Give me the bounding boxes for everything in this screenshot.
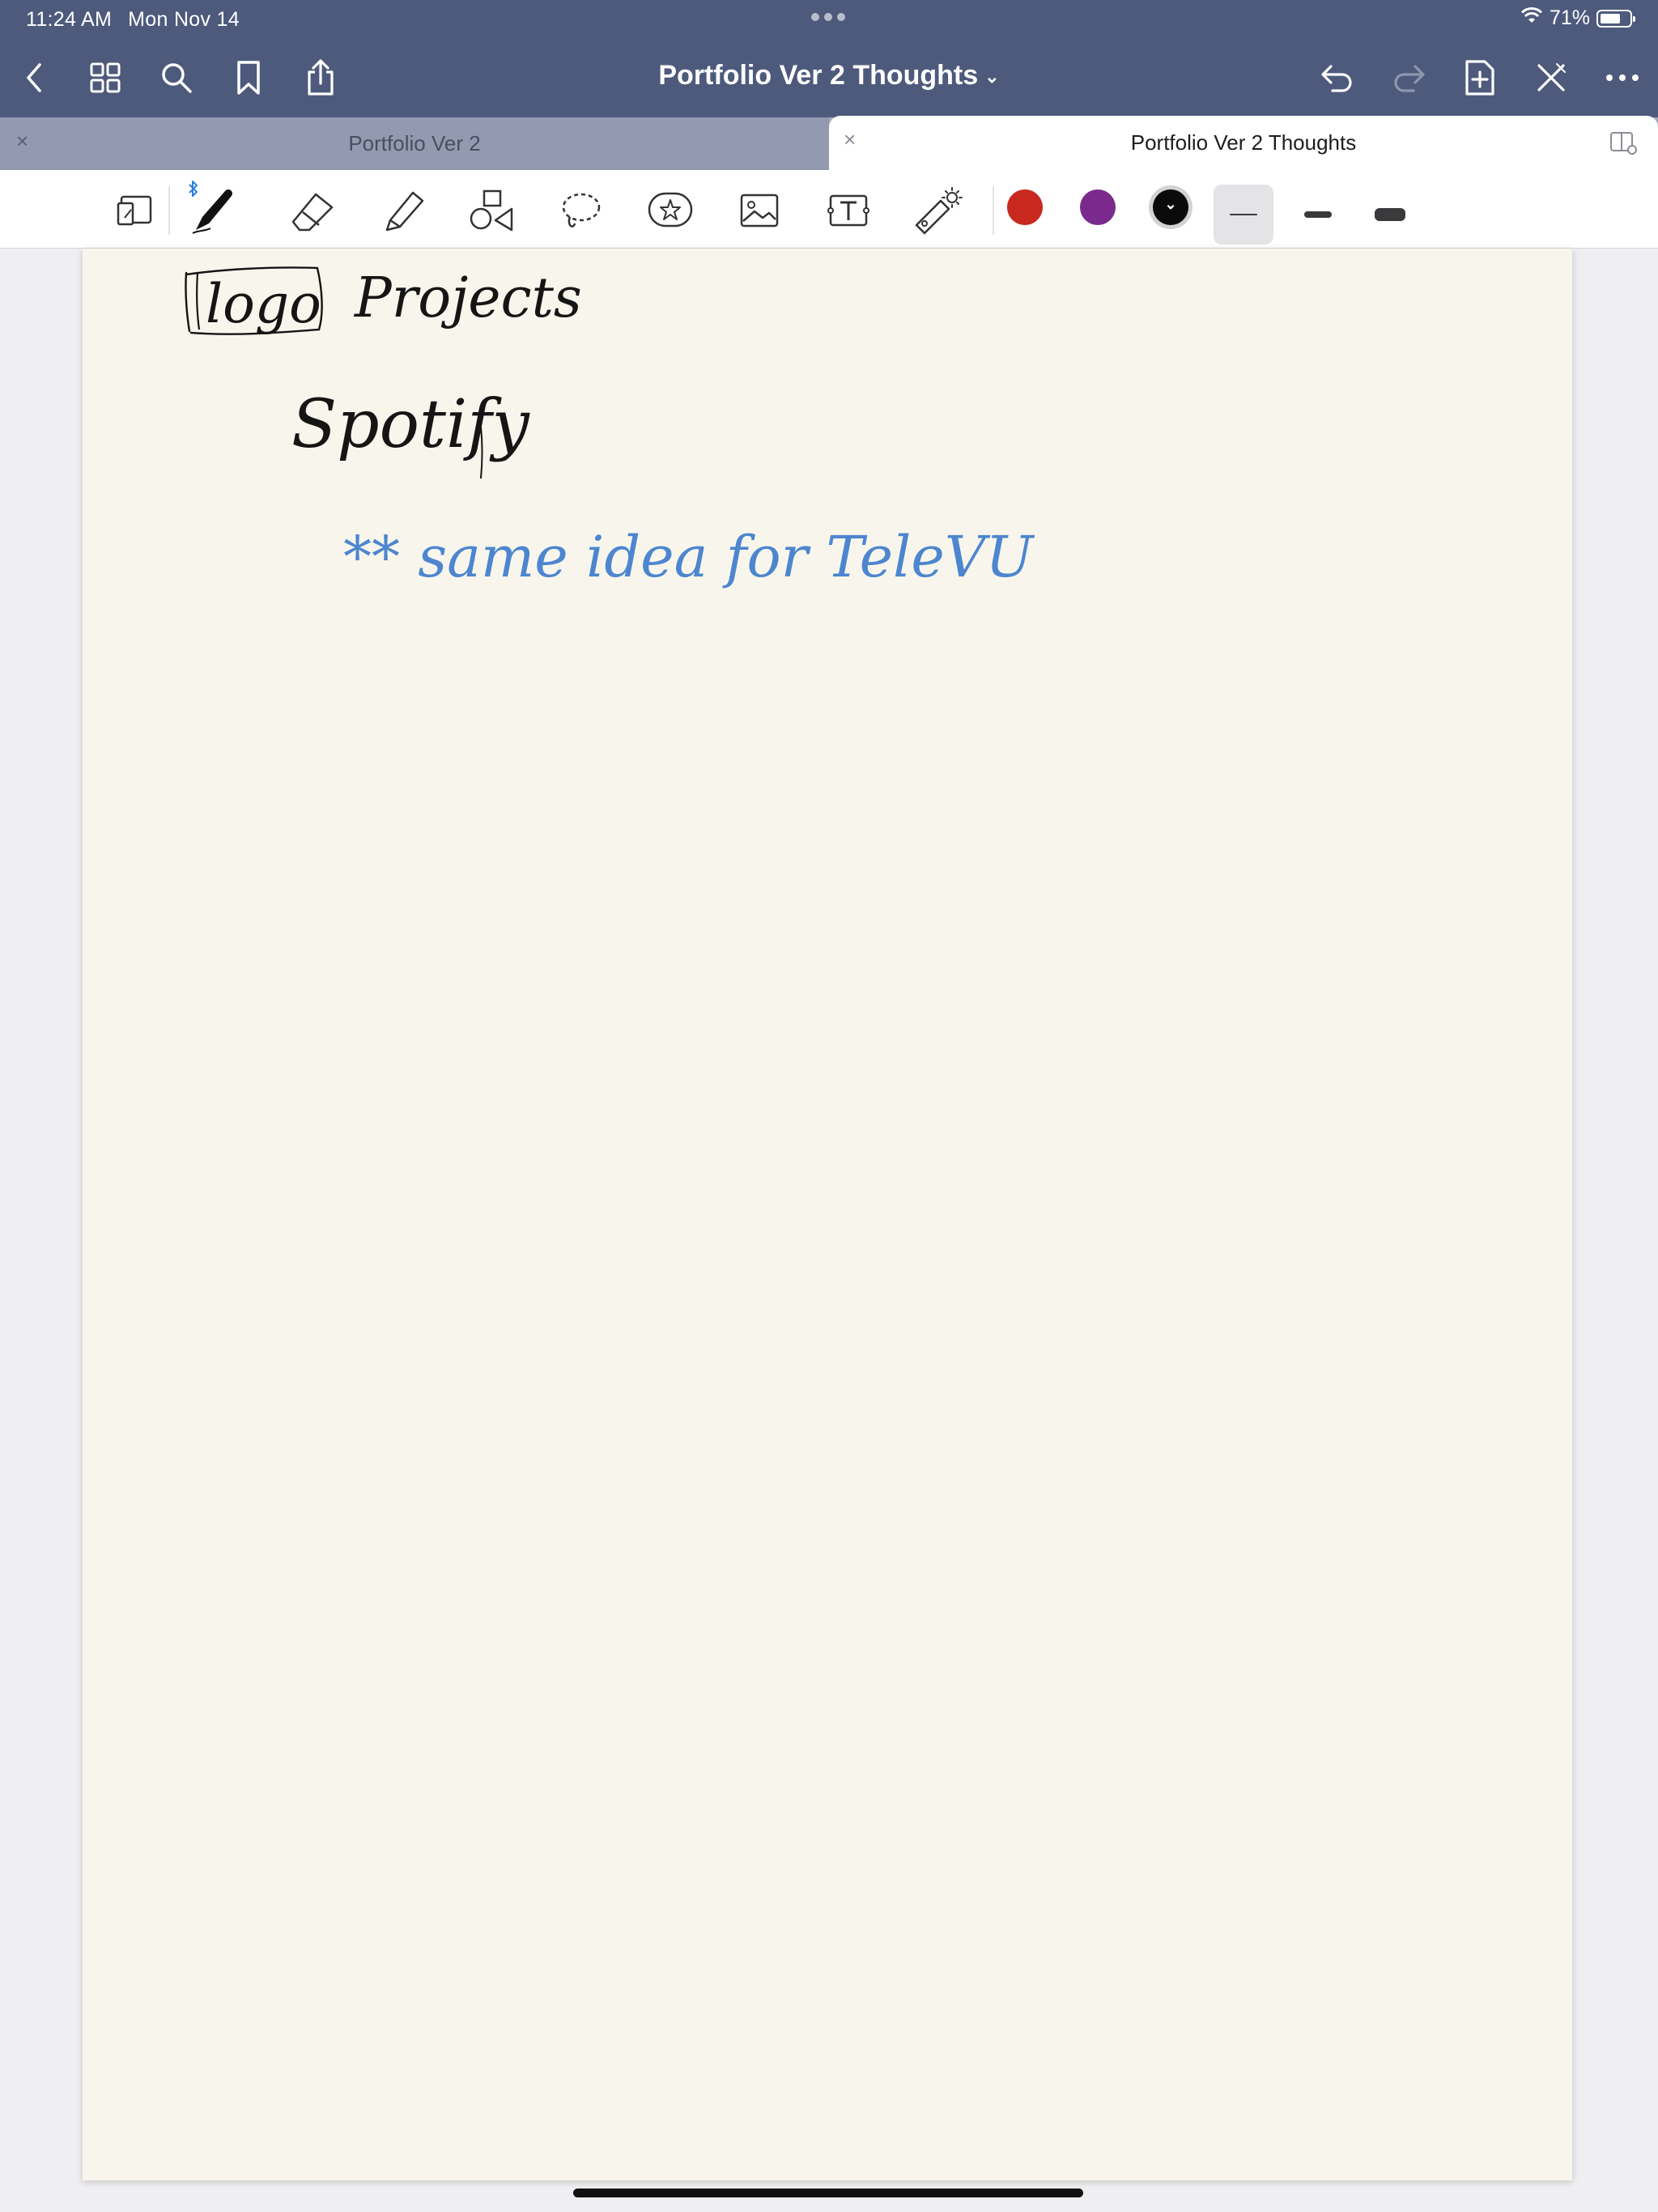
zoom-window-icon[interactable] bbox=[108, 185, 160, 236]
tool-bar: ⌄ bbox=[0, 170, 1658, 249]
tab-label: Portfolio Ver 2 Thoughts bbox=[1130, 130, 1357, 155]
note-page[interactable]: logo Projects Spotify ** same idea for T… bbox=[83, 249, 1572, 2180]
stroke-width-medium[interactable] bbox=[1288, 185, 1348, 245]
text-icon[interactable] bbox=[823, 185, 874, 236]
handwriting-note: ** same idea for TeleVU bbox=[343, 524, 1034, 590]
tab-close-icon[interactable]: × bbox=[16, 129, 28, 154]
handwriting-spotify: Spotify bbox=[291, 386, 529, 463]
highlighter-icon[interactable] bbox=[377, 185, 429, 236]
handwriting-projects: Projects bbox=[355, 266, 582, 330]
shapes-icon[interactable] bbox=[466, 185, 518, 236]
battery-percent: 71% bbox=[1549, 6, 1590, 29]
top-navigation-bar: 11:24 AM Mon Nov 14 71% Portfolio Ver 2 T… bbox=[0, 0, 1658, 117]
toolbar-divider bbox=[993, 186, 994, 235]
tab-label: Portfolio Ver 2 bbox=[348, 131, 481, 155]
undo-icon[interactable] bbox=[1316, 57, 1358, 99]
more-icon[interactable] bbox=[1601, 57, 1643, 99]
stroke-width-thick[interactable] bbox=[1360, 185, 1420, 245]
document-title-text: Portfolio Ver 2 Thoughts bbox=[658, 60, 979, 91]
tab-close-icon[interactable]: × bbox=[844, 127, 856, 152]
wifi-icon bbox=[1520, 6, 1543, 30]
battery-icon bbox=[1596, 9, 1635, 28]
status-time: 11:24 AM Mon Nov 14 bbox=[26, 8, 240, 32]
color-swatch-purple[interactable] bbox=[1080, 189, 1116, 225]
laser-pointer-icon[interactable] bbox=[912, 185, 963, 236]
tab-portfolio-ver-2[interactable]: × Portfolio Ver 2 bbox=[0, 117, 829, 170]
bluetooth-icon bbox=[188, 180, 199, 202]
eraser-icon[interactable] bbox=[287, 185, 338, 236]
add-page-icon[interactable] bbox=[1459, 57, 1501, 99]
handwriting-logo: logo bbox=[206, 273, 321, 335]
color-chevron-icon: ⌄ bbox=[1164, 196, 1177, 212]
tab-portfolio-ver-2-thoughts[interactable]: × Portfolio Ver 2 Thoughts bbox=[829, 116, 1658, 170]
title-chevron-icon: ⌄ bbox=[984, 66, 1000, 87]
redo-icon[interactable] bbox=[1388, 57, 1430, 99]
status-indicators: 71% bbox=[1520, 6, 1635, 30]
toolbar-divider bbox=[168, 186, 170, 235]
tab-bar: × Portfolio Ver 2 × Portfolio Ver 2 Thou… bbox=[0, 116, 1658, 170]
image-icon[interactable] bbox=[733, 185, 785, 236]
multitasking-dots[interactable] bbox=[811, 13, 845, 21]
canvas-area: logo Projects Spotify ** same idea for T… bbox=[0, 249, 1658, 2212]
color-swatch-black[interactable]: ⌄ bbox=[1153, 189, 1188, 225]
home-indicator[interactable] bbox=[573, 2189, 1083, 2197]
lasso-icon[interactable] bbox=[555, 185, 607, 236]
stroke-width-thin[interactable] bbox=[1214, 185, 1273, 245]
split-view-icon[interactable] bbox=[1609, 130, 1637, 160]
color-swatch-red[interactable] bbox=[1007, 189, 1043, 225]
status-clock: 11:24 AM bbox=[26, 8, 113, 31]
sticker-icon[interactable] bbox=[644, 185, 696, 236]
status-date: Mon Nov 14 bbox=[128, 8, 240, 31]
close-pen-icon[interactable] bbox=[1530, 57, 1572, 99]
